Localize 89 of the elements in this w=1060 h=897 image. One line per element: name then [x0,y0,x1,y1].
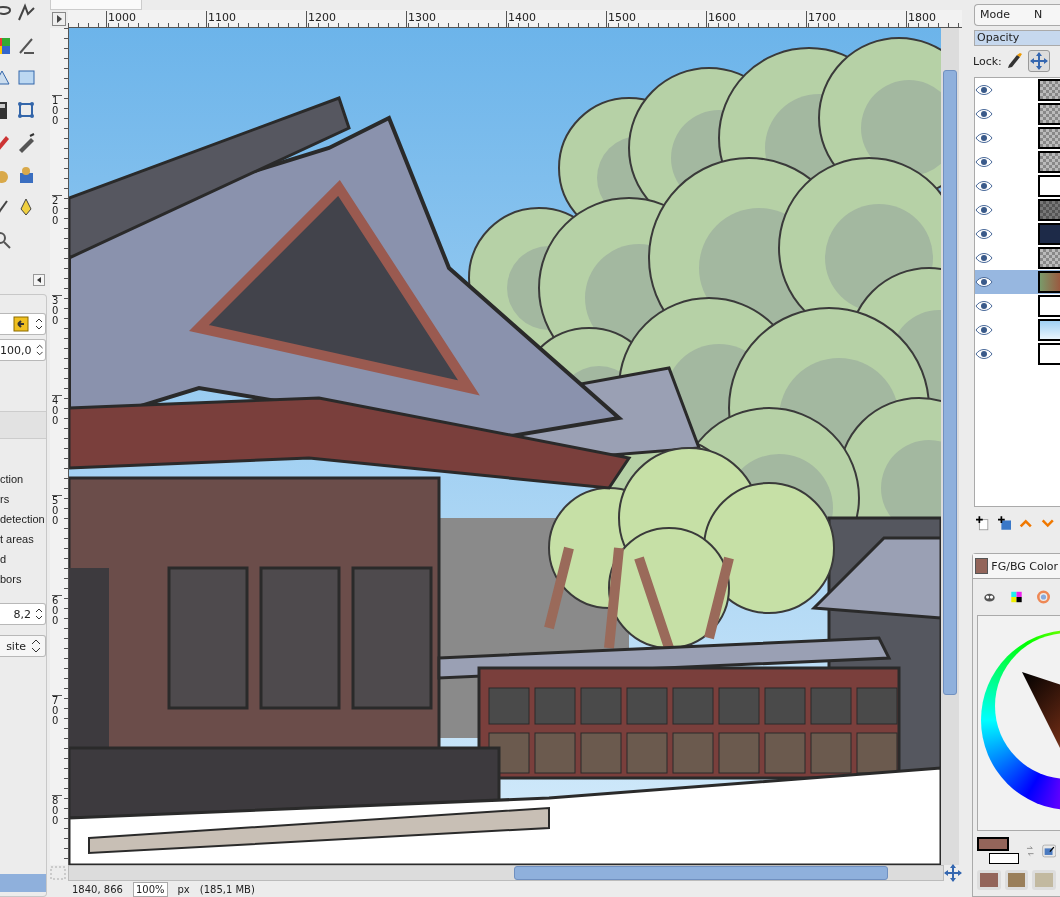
ruler-label: 300 [52,295,62,326]
spin-field[interactable] [0,313,46,335]
ruler-label: 100 [52,95,62,126]
ruler-label: 700 [52,695,62,726]
new-layer-icon[interactable] [976,515,990,531]
layer-row[interactable] [975,198,1060,223]
layer-thumbnail [1038,79,1060,102]
size-field[interactable]: 100,0 [0,339,46,361]
layer-row[interactable] [975,222,1060,247]
unit-label: px [177,883,190,895]
ruler-label: 400 [52,395,62,426]
option-label: d [0,552,8,567]
layer-row[interactable] [975,342,1060,367]
ruler-label: 800 [52,795,62,826]
layer-row[interactable] [975,246,1060,271]
mode-dropdown[interactable]: Mode N [974,4,1060,26]
opacity-slider[interactable]: Opacity [974,29,1060,46]
layer-row[interactable] [975,78,1060,103]
layer-row[interactable] [975,270,1060,295]
option-label: bors [0,572,23,587]
eye-icon[interactable] [975,132,993,145]
color-history-swatch[interactable] [1004,870,1029,890]
memory-info: (185,1 MB) [199,883,255,895]
ruler-label: 1100 [206,11,236,27]
ruler-label: 1600 [706,11,736,27]
ruler-label: 1000 [106,11,136,27]
option-label: ction [0,472,25,487]
horizontal-scrollbar[interactable] [68,865,944,881]
navigate-icon[interactable] [944,864,962,882]
layer-thumbnail [1038,151,1060,174]
mode-dropdown[interactable]: site [0,635,46,657]
new-group-icon[interactable] [997,515,1011,531]
eye-icon[interactable] [975,348,993,361]
layer-thumbnail [1038,223,1060,246]
layer-thumbnail [1038,271,1060,294]
background-color[interactable] [989,853,1019,864]
eye-icon[interactable] [975,324,993,337]
vertical-scrollbar[interactable] [941,28,959,865]
pointer-coordinates: 1840, 866 [72,883,123,895]
foreground-color[interactable] [977,837,1009,851]
dropdown-arrows-icon [30,638,42,654]
eye-icon[interactable] [975,108,993,121]
ruler-label: 1400 [506,11,536,27]
ruler-label: 1300 [406,11,436,27]
eye-icon[interactable] [975,228,993,241]
color-history-swatch[interactable] [977,870,1001,890]
layer-row[interactable] [975,150,1060,175]
spin-arrows-icon[interactable] [33,606,43,622]
color-history-swatch[interactable] [1032,870,1056,890]
option-label: t areas [0,532,35,547]
color-wheel[interactable] [977,615,1060,831]
spin-arrows-icon[interactable] [33,342,43,358]
value-field[interactable]: 8,2 [0,603,46,625]
ruler-label: 500 [52,495,62,526]
layer-row[interactable] [975,102,1060,127]
layer-thumbnail [1038,319,1060,342]
dock-tab[interactable]: FG/BG Color [973,554,1060,579]
eye-icon[interactable] [975,300,993,313]
layer-row[interactable] [975,174,1060,199]
eye-icon[interactable] [975,156,993,169]
eye-icon[interactable] [975,276,993,289]
layer-row[interactable] [975,318,1060,343]
ruler-label: 200 [52,195,62,226]
eye-icon[interactable] [975,252,993,265]
eye-icon[interactable] [975,84,993,97]
spin-arrows-icon[interactable] [33,316,43,332]
layer-thumbnail [1038,127,1060,150]
link-icon [11,314,31,334]
move-icon [1029,52,1048,71]
position-lock-button[interactable] [1027,50,1050,73]
ruler-label: 1800 [906,11,936,27]
ruler-label: 1500 [606,11,636,27]
option-label: detection [0,512,46,527]
eye-icon[interactable] [975,204,993,217]
layer-thumbnail [1038,199,1060,222]
scrollbar[interactable] [0,874,46,892]
layer-thumbnail [1038,247,1060,270]
eye-icon[interactable] [975,180,993,193]
ruler-label: 600 [52,595,62,626]
lock-label: Lock: [973,54,1002,68]
ruler-label: 1700 [806,11,836,27]
ruler-label: 1200 [306,11,336,27]
brush-lock-icon[interactable] [1005,52,1024,71]
layer-row[interactable] [975,126,1060,151]
layer-row[interactable] [975,294,1060,319]
option-label: rs [0,492,11,507]
layer-thumbnail [1038,103,1060,126]
zoom-field[interactable]: 100% [132,881,168,897]
color-swatch-icon [975,558,989,574]
